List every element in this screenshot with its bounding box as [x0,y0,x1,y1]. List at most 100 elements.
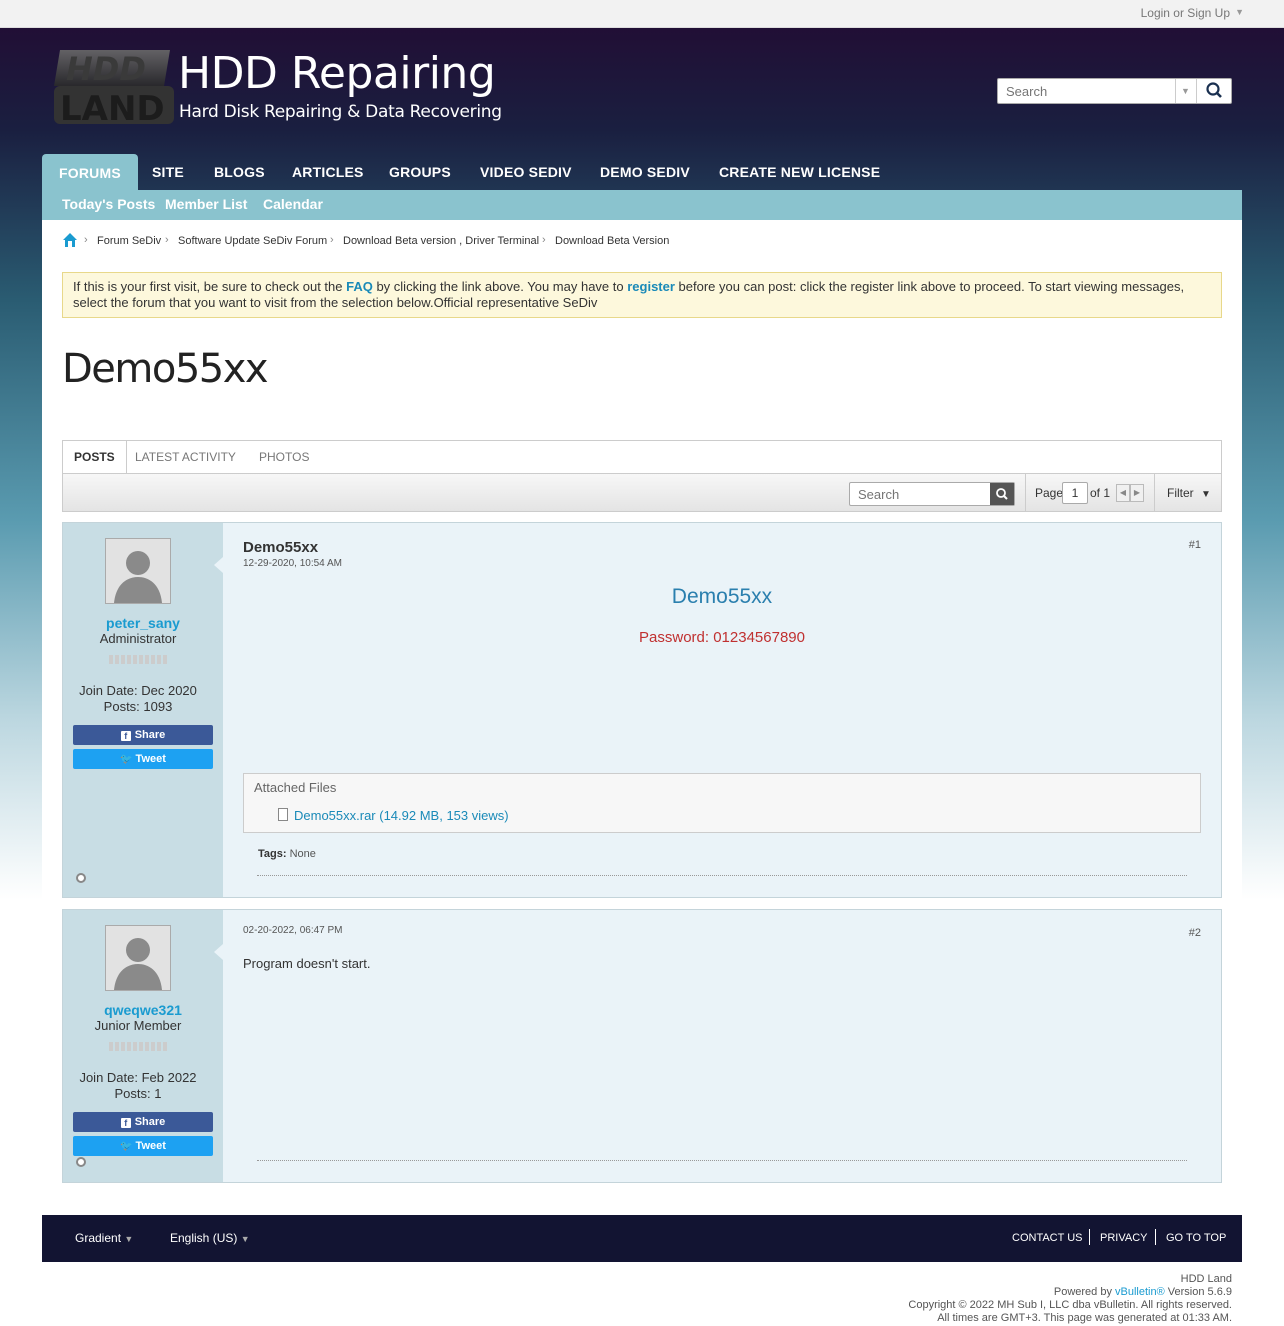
main-content: › Forum SeDiv › Software Update SeDiv Fo… [42,220,1242,1208]
reputation-bar [109,1042,167,1051]
offline-status-icon [76,1157,86,1167]
chevron-down-icon: ▼ [1235,7,1244,17]
attached-files: Attached Files Demo55xx.rar (14.92 MB, 1… [243,773,1201,833]
nav-tab-demo-sediv[interactable]: DEMO SEDIV [600,154,690,190]
breadcrumb-chevron-icon: › [542,234,546,246]
svg-text:LAND: LAND [60,89,165,126]
post-user-role: Administrator [99,631,177,646]
share-button[interactable]: f Share [73,725,213,745]
site-title: HDD Repairing [178,48,496,99]
breadcrumb-item[interactable]: Software Update SeDiv Forum [178,235,327,247]
reputation-bar [109,655,167,664]
next-page-icon[interactable]: ▶ [1130,484,1144,502]
register-link[interactable]: register [627,279,675,294]
post: peter_sany Administrator Join Date: Dec … [62,522,1222,898]
post-date: 02-20-2022, 06:47 PM [243,925,343,936]
join-date: Join Date: Dec 2020 [79,683,197,698]
post-content-password: Password: 01234567890 [639,629,805,646]
copyright-block: HDD Land Powered by vBulletin® Version 5… [908,1273,1232,1325]
avatar[interactable] [105,925,171,991]
svg-text:HDD: HDD [66,50,146,88]
site-logo[interactable]: HDD LAND [52,48,174,129]
file-icon [278,808,288,821]
tweet-label[interactable]: Tweet [136,1140,166,1152]
style-label[interactable]: Gradient [75,1231,121,1245]
subnav-calendar[interactable]: Calendar [263,196,323,212]
topic-search-button[interactable] [990,483,1014,505]
post-author-sidebar: peter_sany Administrator Join Date: Dec … [63,523,223,897]
post: qweqwe321 Junior Member Join Date: Feb 2… [62,909,1222,1183]
nav-tab-video-sediv[interactable]: VIDEO SEDIV [480,154,572,190]
twitter-icon: 🐦 [120,1141,133,1152]
join-date: Join Date: Feb 2022 [79,1070,197,1085]
style-selector[interactable]: Gradient ▼ [75,1231,133,1245]
nav-tab-blogs[interactable]: BLOGS [214,154,265,190]
page-total-label: of 1 [1090,486,1111,500]
login-signup-label[interactable]: Login or Sign Up [1141,6,1230,20]
breadcrumb-item[interactable]: Download Beta version , Driver Terminal [343,235,539,247]
post-number-link[interactable]: #1 [1189,539,1201,551]
share-label[interactable]: Share [135,1116,166,1128]
attached-file-link[interactable]: Demo55xx.rar (14.92 MB, 153 views) [294,808,509,823]
nav-tab-create-new-license[interactable]: CREATE NEW LICENSE [719,154,880,190]
tweet-label[interactable]: Tweet [136,753,166,765]
twitter-icon: 🐦 [120,754,133,765]
home-icon[interactable] [62,232,78,251]
post-count: Posts: 1 [114,1086,162,1101]
filter-label[interactable]: Filter [1167,486,1194,500]
post-tags: Tags: None [258,848,316,860]
topic-search-box [849,482,1015,506]
prev-page-icon[interactable]: ◀ [1116,484,1130,502]
tweet-button[interactable]: 🐦 Tweet [73,749,213,769]
notice-text: If this is your first visit, be sure to … [73,279,347,294]
language-selector[interactable]: English (US) ▼ [170,1231,250,1245]
post-text: Program doesn't start. [243,956,371,971]
breadcrumb-chevron-icon: › [165,234,169,246]
post-arrow [214,944,223,960]
vbulletin-link[interactable]: vBulletin® [1115,1286,1165,1298]
share-label[interactable]: Share [135,729,166,741]
nav-tab-site[interactable]: SITE [152,154,184,190]
post-body: 02-20-2022, 06:47 PM #2 Program doesn't … [223,910,1221,1182]
breadcrumb-item[interactable]: Download Beta Version [555,235,669,247]
post-date: 12-29-2020, 10:54 AM [243,558,342,569]
post-username[interactable]: qweqwe321 [63,1002,223,1018]
post-body: Demo55xx 12-29-2020, 10:54 AM #1 Demo55x… [223,523,1221,897]
timezone-text: All times are GMT+3. This page was gener… [937,1312,1232,1324]
nav-tab-articles[interactable]: ARTICLES [292,154,364,190]
go-to-top-link[interactable]: GO TO TOP [1166,1232,1226,1244]
notice-text: by clicking the link above. You may have… [372,279,628,294]
search-options-dropdown-icon[interactable]: ▼ [1175,79,1195,103]
nav-tab-groups[interactable]: GROUPS [389,154,451,190]
login-signup-link[interactable]: Login or Sign Up ▼ [1141,6,1244,20]
post-number-link[interactable]: #2 [1189,927,1201,939]
page-number-input[interactable]: 1 [1062,482,1088,504]
privacy-link[interactable]: PRIVACY [1100,1232,1147,1244]
tab-photos[interactable]: PHOTOS [248,441,320,473]
subnav-todays-posts[interactable]: Today's Posts [62,196,155,212]
avatar[interactable] [105,538,171,604]
faq-link[interactable]: FAQ [346,279,373,294]
share-button[interactable]: f Share [73,1112,213,1132]
tags-value: None [289,848,316,860]
breadcrumb-chevron-icon: › [84,234,88,246]
header-search-input[interactable] [998,79,1174,103]
nav-tab-forums[interactable]: FORUMS [42,154,138,190]
topic-search-input[interactable] [850,483,990,505]
pagination: Page 1 of 1 ◀ ▶ [1025,474,1155,512]
contact-us-link[interactable]: CONTACT US [1012,1232,1083,1244]
filter-button[interactable]: Filter ▼ [1167,486,1211,500]
post-username[interactable]: peter_sany [63,615,223,631]
welcome-notice: If this is your first visit, be sure to … [62,272,1222,318]
tab-posts[interactable]: POSTS [63,441,127,474]
tweet-button[interactable]: 🐦 Tweet [73,1136,213,1156]
tab-latest-activity[interactable]: LATEST ACTIVITY [124,441,247,473]
language-label[interactable]: English (US) [170,1231,237,1245]
post-count: Posts: 1093 [103,699,173,714]
page-label: Page [1035,486,1064,500]
breadcrumb-item[interactable]: Forum SeDiv [97,235,161,247]
search-button[interactable] [1196,79,1231,103]
post-divider [257,1160,1187,1161]
copyright-text: Copyright © 2022 MH Sub I, LLC dba vBull… [908,1299,1232,1311]
subnav-member-list[interactable]: Member List [165,196,247,212]
